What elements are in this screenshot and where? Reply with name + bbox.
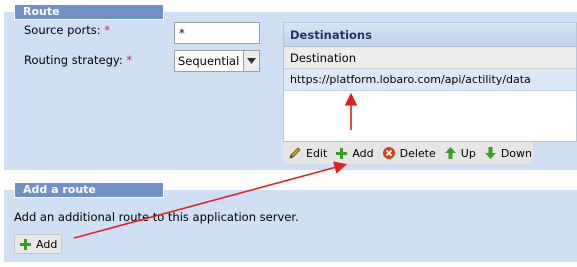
- annotation-arrows: [73, 92, 358, 239]
- arrow-to-add-destination: [73, 161, 348, 239]
